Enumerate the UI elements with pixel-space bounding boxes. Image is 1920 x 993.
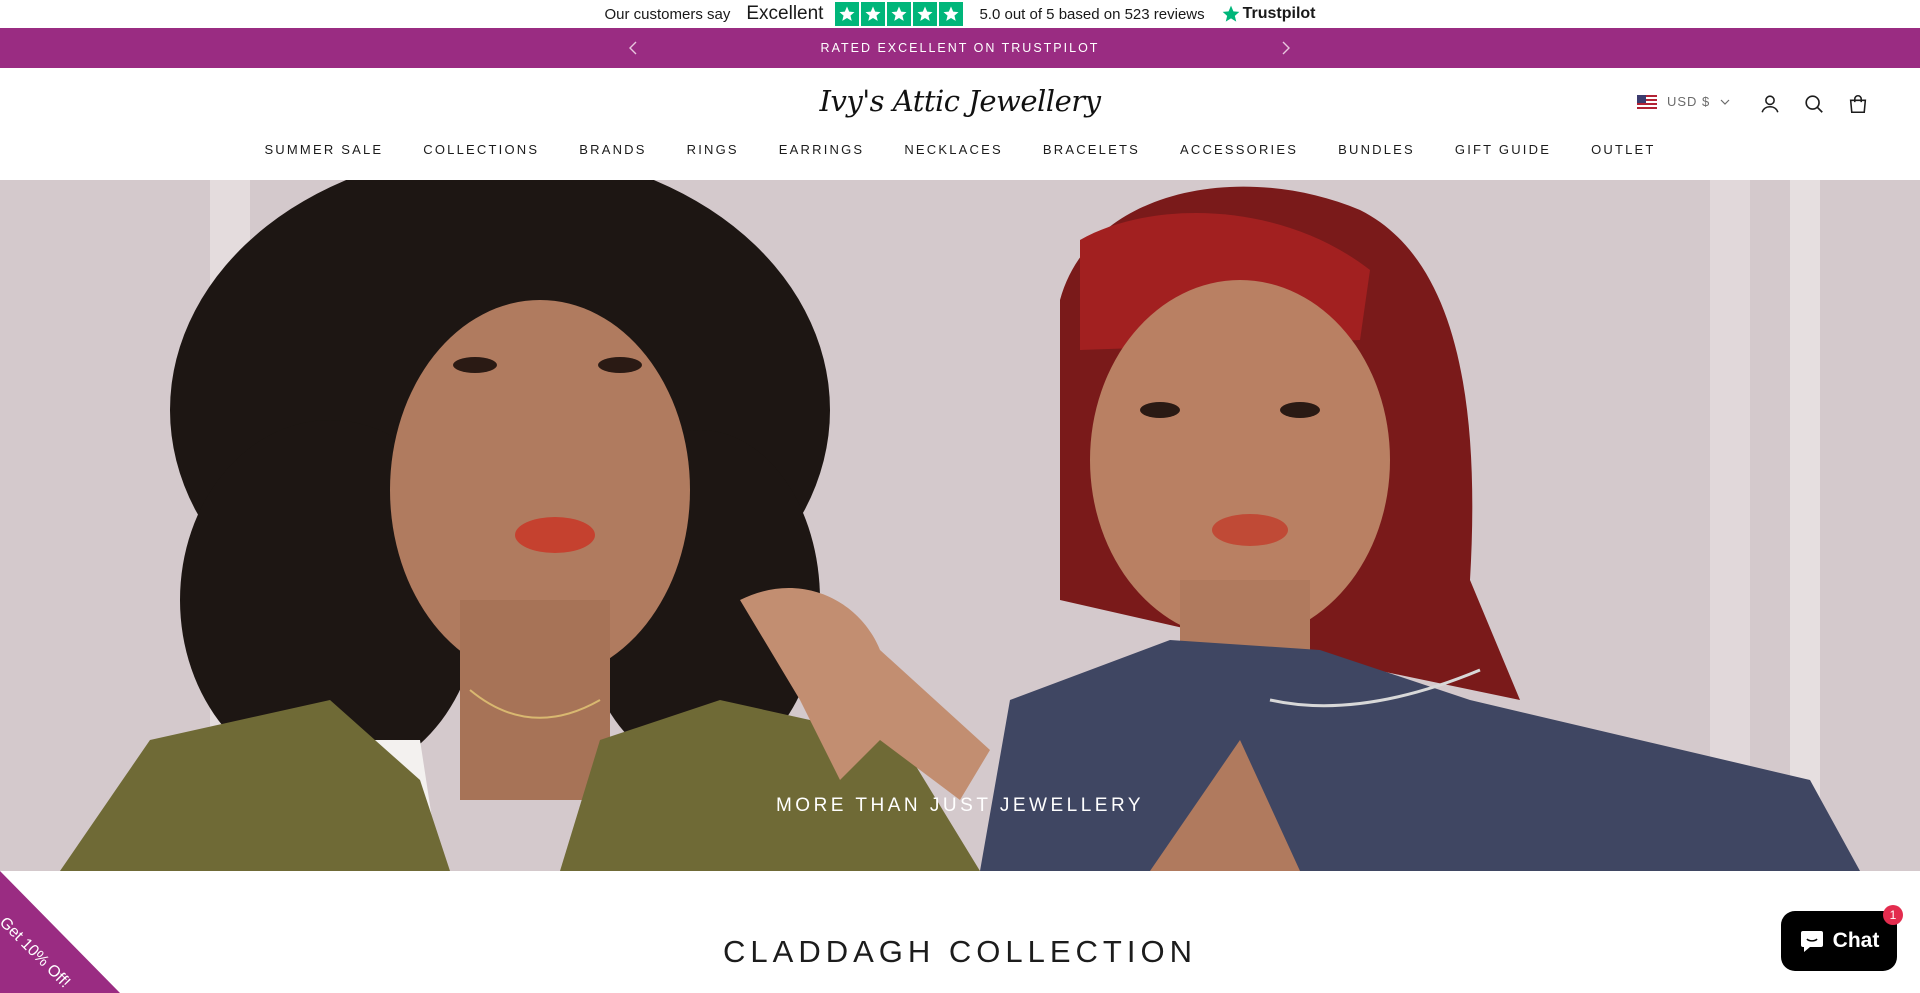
nav-item-bundles[interactable]: BUNDLES xyxy=(1338,142,1415,157)
chat-unread-badge: 1 xyxy=(1883,905,1903,925)
trustpilot-star-icon xyxy=(1222,5,1239,22)
hero-image xyxy=(0,180,1920,871)
star-icon xyxy=(913,2,938,26)
nav-item-collections[interactable]: COLLECTIONS xyxy=(423,142,539,157)
trustpilot-score: 5.0 out of 5 based on 523 reviews xyxy=(979,5,1205,23)
chevron-down-icon xyxy=(1720,99,1730,105)
trustpilot-prefix: Our customers say xyxy=(604,5,731,23)
currency-selector[interactable]: USD $ xyxy=(1637,94,1730,109)
trustpilot-logo[interactable]: Trustpilot xyxy=(1221,4,1316,24)
hero-tagline: MORE THAN JUST JEWELLERY xyxy=(775,795,1144,816)
trustpilot-rating-word: Excellent xyxy=(746,3,824,24)
announcement-prev-button[interactable] xyxy=(623,38,643,58)
nav-item-earrings[interactable]: EARRINGS xyxy=(779,142,865,157)
announcement-next-button[interactable] xyxy=(1276,38,1296,58)
trustpilot-stars xyxy=(835,2,964,26)
nav-item-summer-sale[interactable]: SUMMER SALE xyxy=(264,142,383,157)
chat-bubble-icon xyxy=(1800,931,1823,952)
nav-item-rings[interactable]: RINGS xyxy=(687,142,739,157)
chat-label: Chat xyxy=(1832,929,1880,952)
hero-banner[interactable]: MORE THAN JUST JEWELLERY xyxy=(0,180,1920,871)
chevron-left-icon xyxy=(629,41,637,55)
star-icon xyxy=(861,2,886,26)
header-icons xyxy=(1758,92,1870,116)
logo-text: Ivy's Attic Jewellery xyxy=(819,84,1101,118)
trustpilot-brand: Trustpilot xyxy=(1242,5,1316,22)
announcement-text[interactable]: RATED EXCELLENT ON TRUSTPILOT xyxy=(821,41,1100,55)
search-icon xyxy=(1805,95,1823,113)
search-button[interactable] xyxy=(1802,92,1826,116)
chevron-right-icon xyxy=(1282,41,1290,55)
star-icon xyxy=(939,2,964,26)
nav-item-bracelets[interactable]: BRACELETS xyxy=(1043,142,1140,157)
currency-label: USD $ xyxy=(1667,94,1711,109)
trustpilot-widget[interactable]: Our customers say Excellent 5.0 out of 5… xyxy=(0,0,1920,28)
main-navigation: SUMMER SALE COLLECTIONS BRANDS RINGS EAR… xyxy=(0,142,1920,157)
nav-item-brands[interactable]: BRANDS xyxy=(579,142,646,157)
announcement-bar: RATED EXCELLENT ON TRUSTPILOT xyxy=(0,28,1920,68)
account-icon xyxy=(1761,95,1779,113)
nav-item-necklaces[interactable]: NECKLACES xyxy=(904,142,1003,157)
nav-item-outlet[interactable]: OUTLET xyxy=(1591,142,1655,157)
nav-item-accessories[interactable]: ACCESSORIES xyxy=(1180,142,1298,157)
site-logo[interactable]: Ivy's Attic Jewellery xyxy=(0,84,1920,118)
cart-button[interactable] xyxy=(1846,92,1870,116)
account-button[interactable] xyxy=(1758,92,1782,116)
site-header: Ivy's Attic Jewellery USD $ SUMMER SALE … xyxy=(0,68,1920,180)
us-flag-icon xyxy=(1637,94,1657,109)
section-title: CLADDAGH COLLECTION xyxy=(723,934,1197,969)
star-icon xyxy=(835,2,860,26)
bag-icon xyxy=(1849,95,1867,114)
chat-button[interactable]: Chat xyxy=(1781,911,1897,971)
star-icon xyxy=(887,2,912,26)
nav-item-gift-guide[interactable]: GIFT GUIDE xyxy=(1455,142,1551,157)
